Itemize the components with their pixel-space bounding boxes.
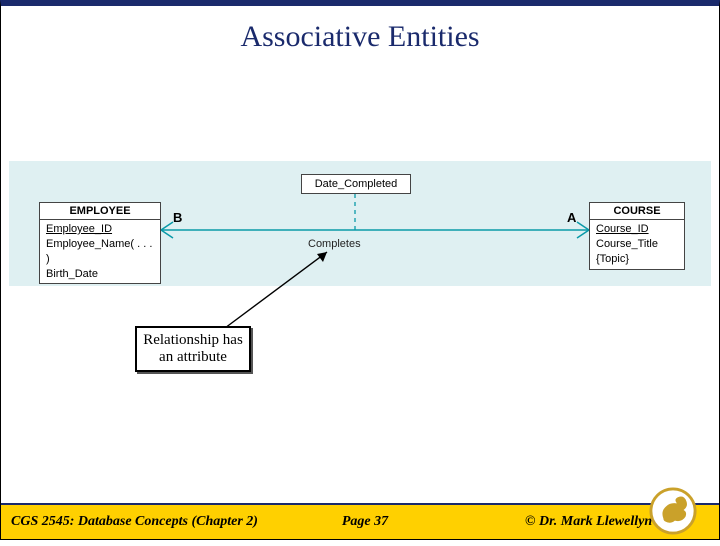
attr: Employee_ID: [46, 222, 154, 237]
footer-left: CGS 2545: Database Concepts (Chapter 2): [1, 514, 272, 530]
callout-box: Relationship has an attribute: [135, 326, 251, 372]
entity-course: COURSE Course_ID Course_Title {Topic}: [589, 202, 685, 270]
slide-title: Associative Entities: [1, 20, 719, 54]
endpoint-a-label: A: [567, 210, 576, 225]
entity-employee: EMPLOYEE Employee_ID Employee_Name( . . …: [39, 202, 161, 284]
attr: Birth_Date: [46, 267, 154, 282]
attr: Course_Title: [596, 237, 678, 252]
relationship-attribute-box: Date_Completed: [301, 174, 411, 194]
endpoint-b-label: B: [173, 210, 182, 225]
attr: Course_ID: [596, 222, 678, 237]
entity-course-name: COURSE: [590, 203, 684, 220]
slide: Associative Entities EMPLOYEE Employee_I…: [0, 0, 720, 540]
attr: Employee_Name( . . . ): [46, 237, 154, 267]
entity-employee-attrs: Employee_ID Employee_Name( . . . ) Birth…: [40, 220, 160, 283]
footer-bar: CGS 2545: Database Concepts (Chapter 2) …: [1, 503, 719, 539]
relationship-label: Completes: [305, 238, 364, 250]
attr: {Topic}: [596, 252, 678, 267]
ucf-pegasus-logo-icon: [649, 487, 697, 535]
entity-course-attrs: Course_ID Course_Title {Topic}: [590, 220, 684, 269]
footer-mid: Page 37: [272, 514, 458, 530]
entity-employee-name: EMPLOYEE: [40, 203, 160, 220]
